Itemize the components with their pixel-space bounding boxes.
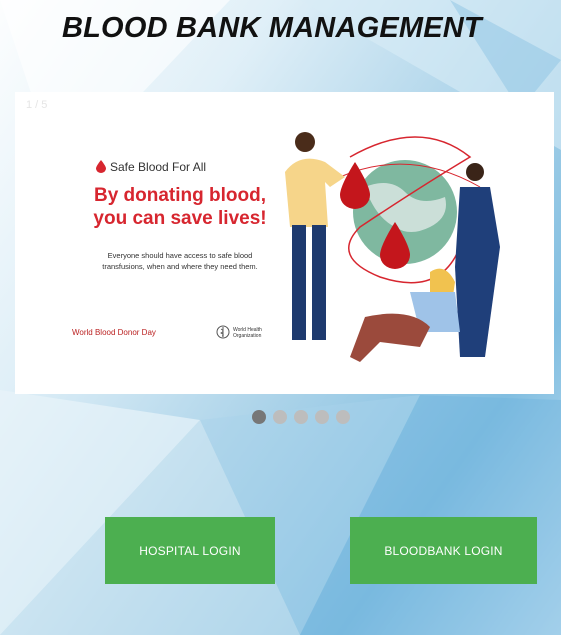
- donation-illustration: [285, 132, 500, 362]
- slider-dot-4[interactable]: [315, 410, 329, 424]
- slide-tagline: Safe Blood For All: [110, 160, 207, 174]
- slider-dot-1[interactable]: [252, 410, 266, 424]
- world-blood-donor-day-logo: World Blood Donor Day: [72, 328, 156, 337]
- slide-headline: By donating blood, you can save lives!: [60, 184, 300, 230]
- slider-dot-3[interactable]: [294, 410, 308, 424]
- page-title: BLOOD BANK MANAGEMENT: [62, 12, 482, 44]
- headline-line-1: By donating blood,: [93, 185, 267, 206]
- hospital-login-button[interactable]: HOSPITAL LOGIN: [105, 517, 275, 584]
- subtext-line-2: transfusions, when and where they need t…: [102, 262, 258, 271]
- image-slider[interactable]: 1 / 5 Safe Blood For All By donating blo…: [15, 92, 554, 394]
- slider-dot-2[interactable]: [273, 410, 287, 424]
- slide-counter: 1 / 5: [26, 99, 48, 111]
- slide-subtext: Everyone should have access to safe bloo…: [60, 250, 300, 272]
- who-emblem-icon: [216, 325, 230, 339]
- headline-line-2: you can save lives!: [93, 208, 267, 229]
- slider-pagination: [252, 410, 350, 424]
- blood-drop-icon: [96, 160, 106, 173]
- slider-dot-5[interactable]: [336, 410, 350, 424]
- slide-content: Safe Blood For All By donating blood, yo…: [60, 92, 267, 394]
- who-logo-text: World Health Organization: [233, 327, 262, 339]
- subtext-line-1: Everyone should have access to safe bloo…: [107, 251, 253, 260]
- bloodbank-login-button[interactable]: BLOODBANK LOGIN: [350, 517, 537, 584]
